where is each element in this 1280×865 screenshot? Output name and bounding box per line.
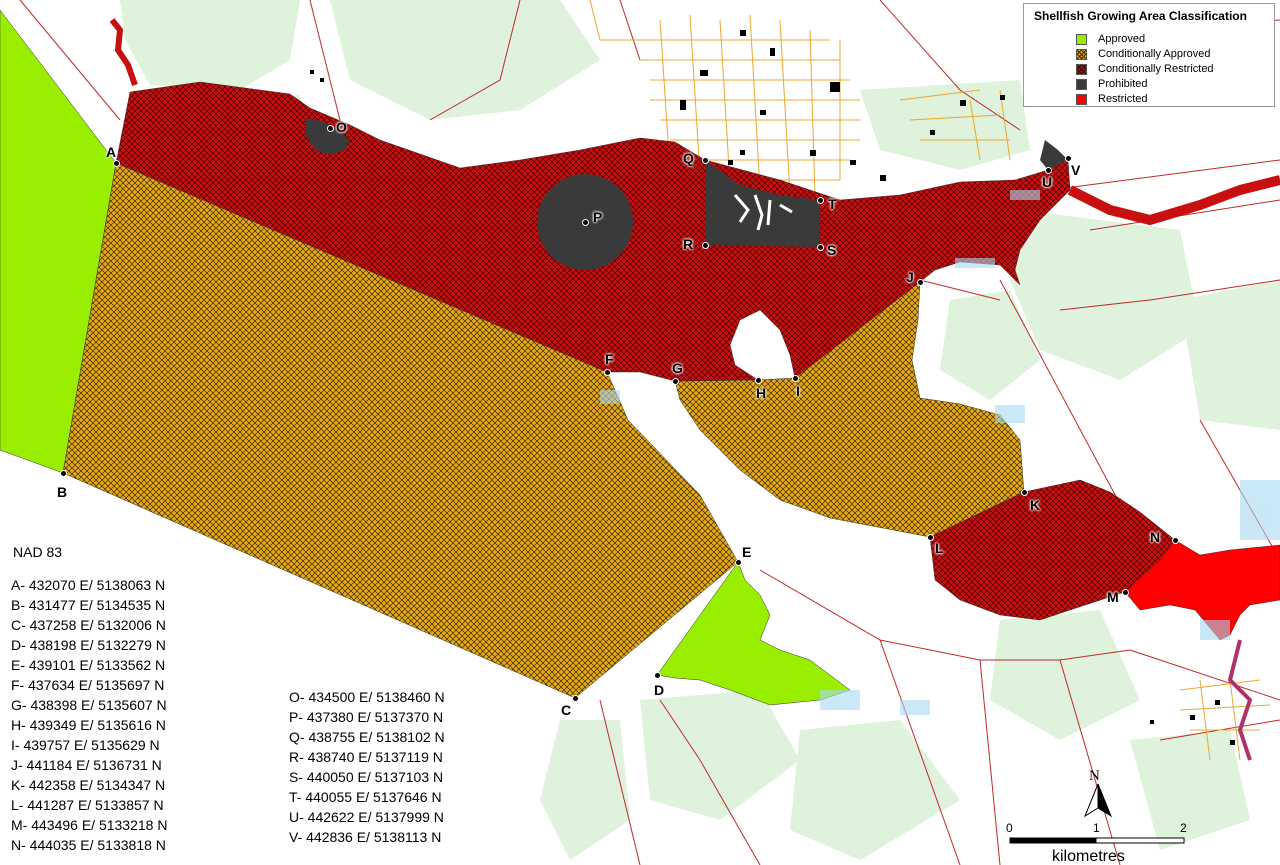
legend: Shellfish Growing Area Classification Ap…	[1023, 3, 1275, 107]
point-marker-a	[113, 160, 120, 167]
point-marker-b	[60, 470, 67, 477]
legend-title: Shellfish Growing Area Classification	[1034, 9, 1247, 23]
point-label-f: F	[605, 351, 614, 367]
coordinate-row: S- 440050 E/ 5137103 N	[289, 769, 444, 785]
coordinate-row: F- 437634 E/ 5135697 N	[11, 677, 165, 693]
legend-label: Conditionally Restricted	[1098, 63, 1214, 75]
legend-label: Restricted	[1098, 93, 1148, 105]
point-marker-c	[572, 695, 579, 702]
coordinate-row: R- 438740 E/ 5137119 N	[289, 749, 443, 765]
coordinate-row: T- 440055 E/ 5137646 N	[289, 789, 442, 805]
point-marker-n	[1172, 537, 1179, 544]
coordinate-row: U- 442622 E/ 5137999 N	[289, 809, 444, 825]
coordinate-row: J- 441184 E/ 5136731 N	[11, 757, 162, 773]
coordinate-row: K- 442358 E/ 5134347 N	[11, 777, 166, 793]
legend-label: Prohibited	[1098, 78, 1148, 90]
coordinate-row: L- 441287 E/ 5133857 N	[11, 797, 164, 813]
north-arrow-icon	[1083, 783, 1113, 818]
point-label-i: I	[796, 383, 800, 399]
scale-tick-2: 2	[1180, 821, 1187, 835]
point-label-d: D	[654, 682, 665, 698]
point-marker-k	[1021, 489, 1028, 496]
coordinate-row: G- 438398 E/ 5135607 N	[11, 697, 167, 713]
coordinate-row: I- 439757 E/ 5135629 N	[11, 737, 160, 753]
legend-swatch-conditionally-restricted	[1076, 64, 1087, 75]
coordinate-row: O- 434500 E/ 5138460 N	[289, 689, 445, 705]
point-label-r: R	[683, 236, 694, 252]
point-label-m: M	[1107, 589, 1119, 605]
point-marker-f	[604, 369, 611, 376]
point-label-a: A	[106, 144, 117, 160]
coordinate-row: D- 438198 E/ 5132279 N	[11, 637, 166, 653]
legend-label: Approved	[1098, 33, 1146, 45]
point-label-l: L	[935, 540, 944, 556]
coordinate-row: E- 439101 E/ 5133562 N	[11, 657, 166, 673]
point-marker-t	[817, 197, 824, 204]
point-marker-d	[654, 672, 661, 679]
point-label-c: C	[561, 702, 572, 718]
point-label-q: Q	[683, 150, 694, 166]
coordinate-row: P- 437380 E/ 5137370 N	[289, 709, 444, 725]
point-marker-r	[702, 242, 709, 249]
map-canvas	[0, 0, 1280, 865]
point-marker-m	[1122, 589, 1129, 596]
coordinate-row: M- 443496 E/ 5133218 N	[11, 817, 168, 833]
point-marker-o	[327, 125, 334, 132]
datum-label: NAD 83	[13, 544, 63, 560]
point-marker-q	[702, 157, 709, 164]
shellfish-classification-map: A B C D E F G H I J K L M N O P Q R S T U V Shellfish Growing…	[0, 0, 1280, 865]
coordinate-row: N- 444035 E/ 5133818 N	[11, 837, 166, 853]
scale-tick-0: 0	[1006, 821, 1013, 835]
point-marker-e	[735, 559, 742, 566]
legend-label: Conditionally Approved	[1098, 48, 1211, 60]
legend-swatch-prohibited	[1076, 79, 1087, 90]
point-marker-i	[792, 375, 799, 382]
point-label-n: N	[1150, 529, 1161, 545]
point-label-v: V	[1071, 162, 1081, 178]
point-label-k: K	[1030, 497, 1041, 513]
point-label-u: U	[1042, 174, 1053, 190]
coordinate-row: C- 437258 E/ 5132006 N	[11, 617, 166, 633]
legend-swatch-conditionally-approved	[1076, 49, 1087, 60]
coordinate-row: H- 439349 E/ 5135616 N	[11, 717, 166, 733]
point-label-h: H	[756, 385, 767, 401]
point-label-g: G	[672, 360, 683, 376]
coordinate-row: B- 431477 E/ 5134535 N	[11, 597, 166, 613]
coordinate-list-right: O- 434500 E/ 5138460 N P- 437380 E/ 51373…	[289, 687, 445, 847]
point-marker-v	[1065, 155, 1072, 162]
point-marker-l	[927, 534, 934, 541]
coordinate-row: A- 432070 E/ 5138063 N	[11, 577, 166, 593]
point-marker-g	[672, 378, 679, 385]
legend-swatch-restricted	[1076, 94, 1087, 105]
point-label-e: E	[742, 544, 752, 560]
scale-tick-1: 1	[1093, 821, 1100, 835]
point-label-t: T	[828, 196, 837, 212]
point-label-o: O	[336, 119, 347, 135]
scale-unit: kilometres	[1052, 848, 1125, 865]
point-label-s: S	[827, 242, 837, 258]
point-label-p: P	[593, 209, 603, 225]
coordinate-row: V- 442836 E/ 5138113 N	[289, 829, 442, 845]
point-marker-p	[582, 219, 589, 226]
coordinate-row: Q- 438755 E/ 5138102 N	[289, 729, 445, 745]
legend-swatch-approved	[1076, 34, 1087, 45]
point-marker-j	[917, 279, 924, 286]
point-marker-s	[817, 244, 824, 251]
point-marker-u	[1045, 167, 1052, 174]
point-label-b: B	[57, 484, 68, 500]
scale-bar	[1009, 837, 1185, 844]
point-label-j: J	[906, 269, 914, 285]
coordinate-list-left: A- 432070 E/ 5138063 N B- 431477 E/ 51345…	[11, 575, 167, 855]
point-marker-h	[755, 377, 762, 384]
